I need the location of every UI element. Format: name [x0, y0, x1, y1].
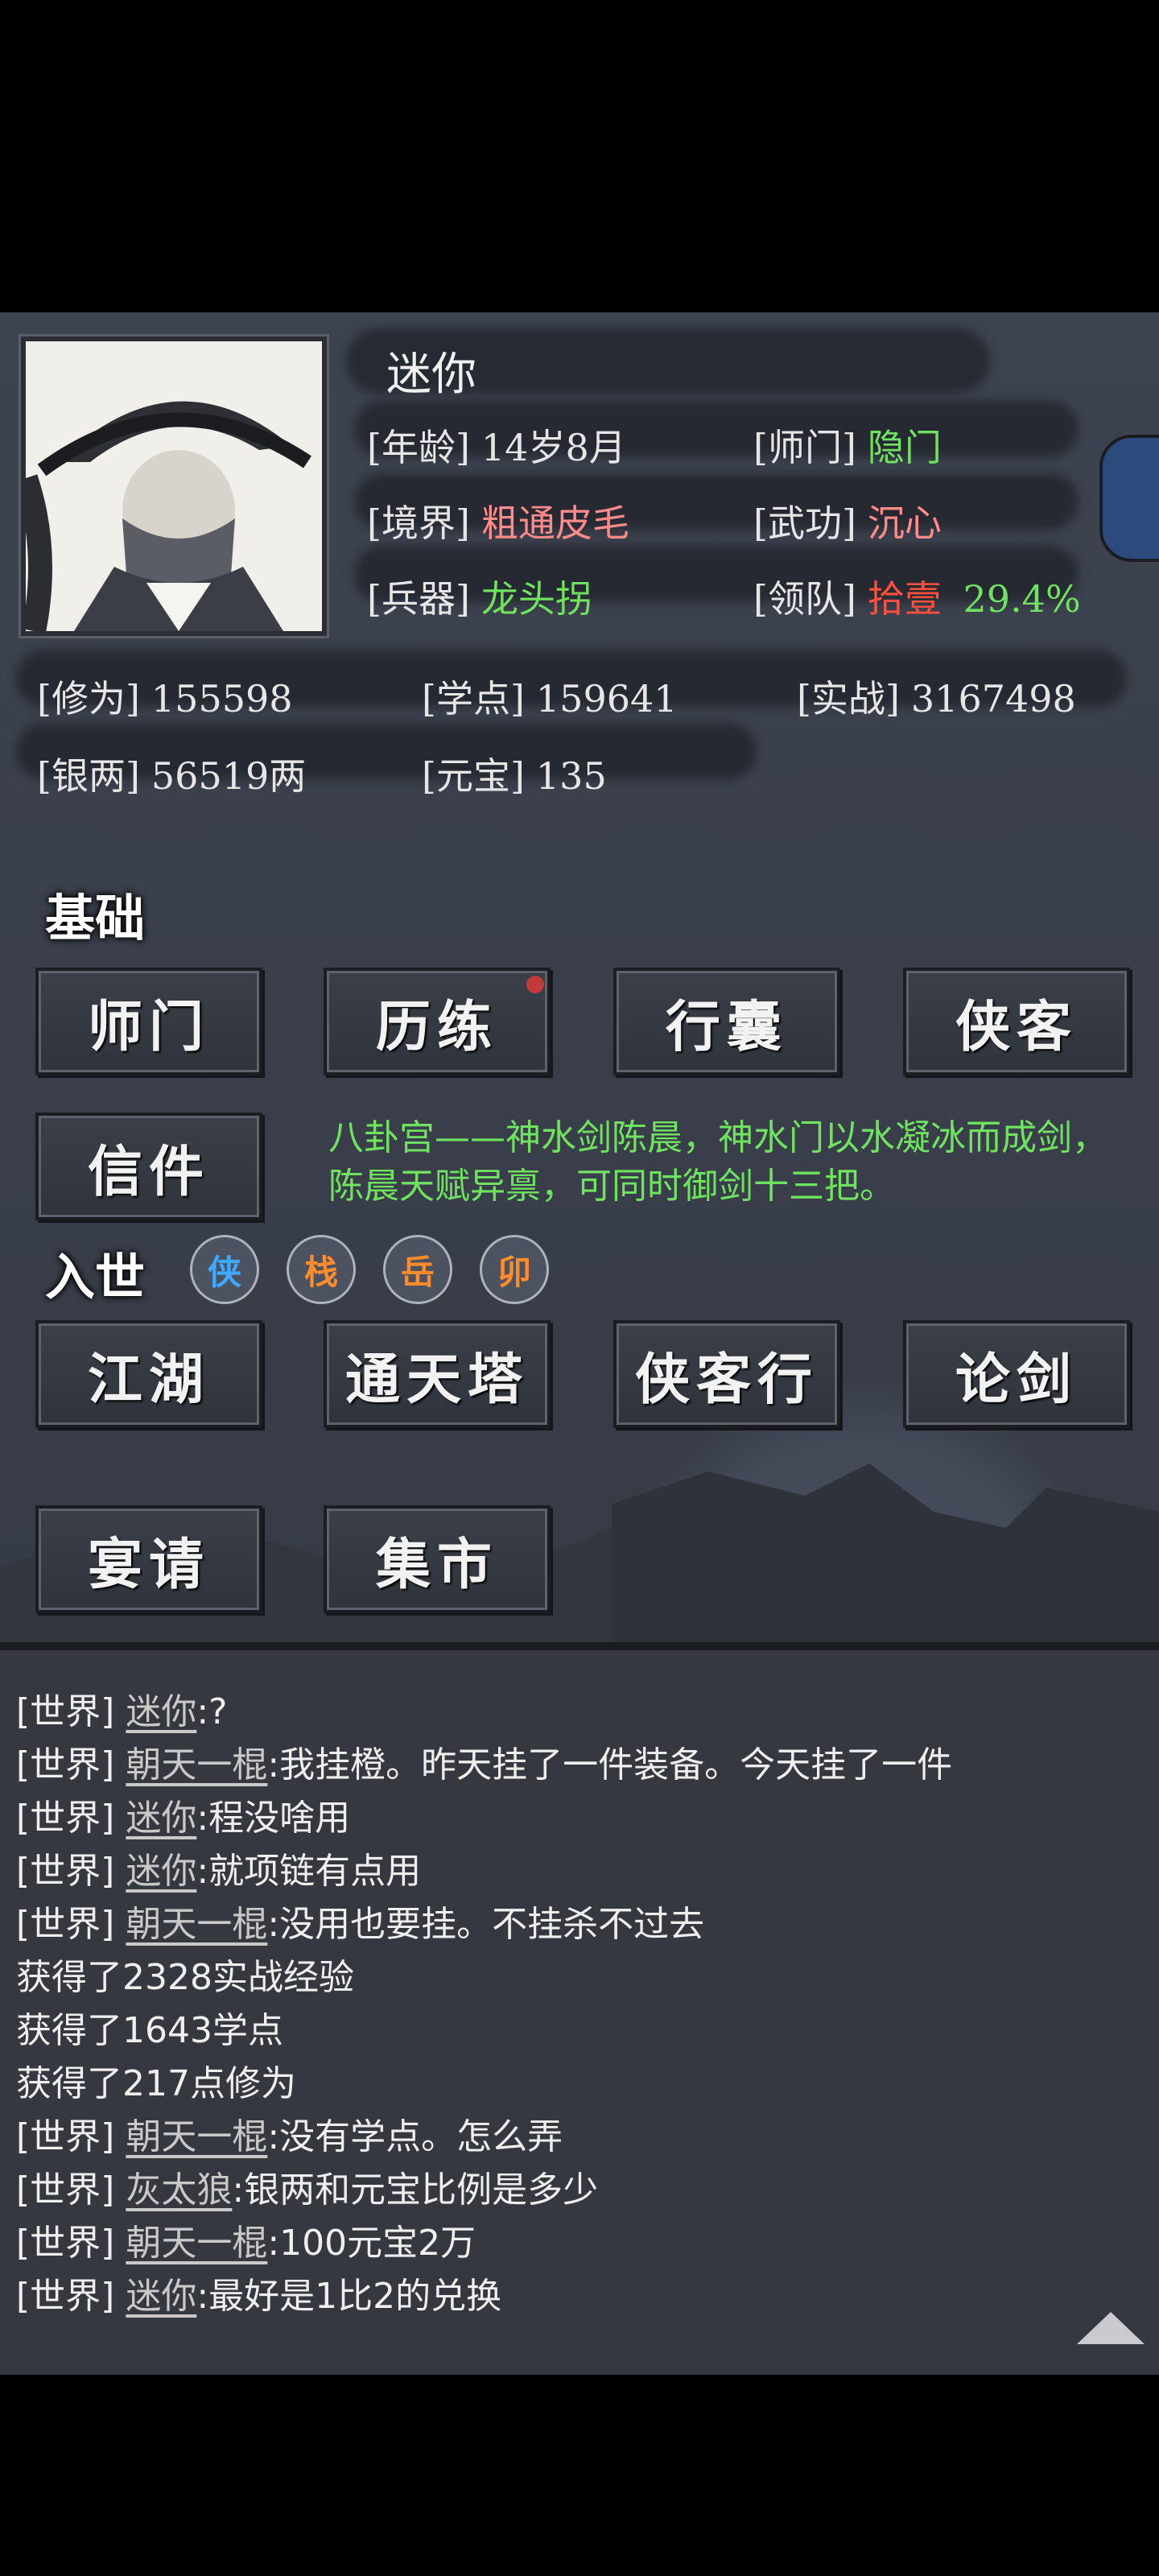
chat-line: [世界] 朝天一棍:我挂橙。昨天挂了一件装备。今天挂了一件: [16, 1744, 953, 1785]
market-button[interactable]: 集市: [324, 1505, 551, 1613]
seal-icon-yue[interactable]: 岳: [383, 1235, 452, 1304]
age-stat: [年龄] 14岁8月: [367, 426, 626, 469]
seal-icon-mao[interactable]: 卯: [480, 1235, 549, 1304]
chat-line: [世界] 朝天一棍:100元宝2万: [16, 2223, 476, 2264]
jianghu-button[interactable]: 江湖: [35, 1320, 262, 1428]
chat-line: [世界] 灰太狼:银两和元宝比例是多少: [16, 2169, 599, 2211]
chat-log[interactable]: [世界] 迷你:? [世界] 朝天一棍:我挂橙。昨天挂了一件装备。今天挂了一件 …: [0, 1650, 1159, 2375]
chat-line: [世界] 朝天一棍:没用也要挂。不挂杀不过去: [16, 1904, 705, 1945]
hero-journey-button[interactable]: 侠客行: [613, 1320, 840, 1428]
chat-line: [世界] 迷你:?: [16, 1691, 228, 1732]
skill-stat: [武功] 沉心: [753, 502, 942, 545]
chat-line: 获得了1643学点: [16, 2010, 283, 2051]
duel-button[interactable]: 论剑: [903, 1320, 1130, 1428]
school-stat: [师门] 隐门: [753, 426, 942, 469]
tower-button[interactable]: 通天塔: [324, 1320, 551, 1428]
world-title: 入世: [45, 1248, 146, 1307]
chat-line: 获得了2328实战经验: [16, 1957, 354, 1998]
notification-dot: [526, 976, 544, 993]
chat-line: [世界] 迷你:就项链有点用: [16, 1851, 422, 1892]
banquet-button[interactable]: 宴请: [35, 1505, 262, 1613]
seal-icon-zhan[interactable]: 栈: [287, 1235, 356, 1304]
bag-button[interactable]: 行囊: [613, 968, 840, 1075]
triangle-up-icon[interactable]: [1077, 2312, 1145, 2344]
notice-text: 八卦宫——神水剑陈晨，神水门以水凝冰而成剑，陈晨天赋异禀，可同时御剑十三把。: [328, 1117, 1107, 1207]
mail-button[interactable]: 信件: [35, 1113, 262, 1220]
combat-exp-stat: [实战] 3167498: [797, 677, 1076, 720]
weapon-stat: [兵器] 龙头拐: [367, 577, 592, 621]
cultivation-stat: [修为] 155598: [37, 677, 293, 720]
heroes-button[interactable]: 侠客: [903, 968, 1130, 1075]
book-icon[interactable]: [1099, 435, 1159, 562]
school-button[interactable]: 师门: [35, 968, 262, 1075]
player-name: 迷你: [386, 349, 476, 401]
team-stat: [领队] 拾壹 29.4%: [753, 577, 1081, 621]
ingot-stat: [元宝] 135: [422, 754, 607, 798]
avatar-icon: [26, 341, 322, 631]
basics-title: 基础: [45, 889, 146, 947]
study-points-stat: [学点] 159641: [422, 677, 678, 720]
training-button[interactable]: 历练: [324, 968, 551, 1075]
realm-stat: [境界] 粗通皮毛: [367, 502, 629, 545]
chat-line: [世界] 朝天一棍:没有学点。怎么弄: [16, 2116, 563, 2157]
chat-line: [世界] 迷你:最好是1比2的兑换: [16, 2276, 502, 2317]
avatar[interactable]: [21, 336, 327, 636]
silver-stat: [银两] 56519两: [37, 754, 307, 798]
chat-line: 获得了217点修为: [16, 2063, 296, 2104]
seal-icon-xia[interactable]: 侠: [190, 1235, 259, 1304]
chat-line: [世界] 迷你:程没啥用: [16, 1798, 351, 1839]
